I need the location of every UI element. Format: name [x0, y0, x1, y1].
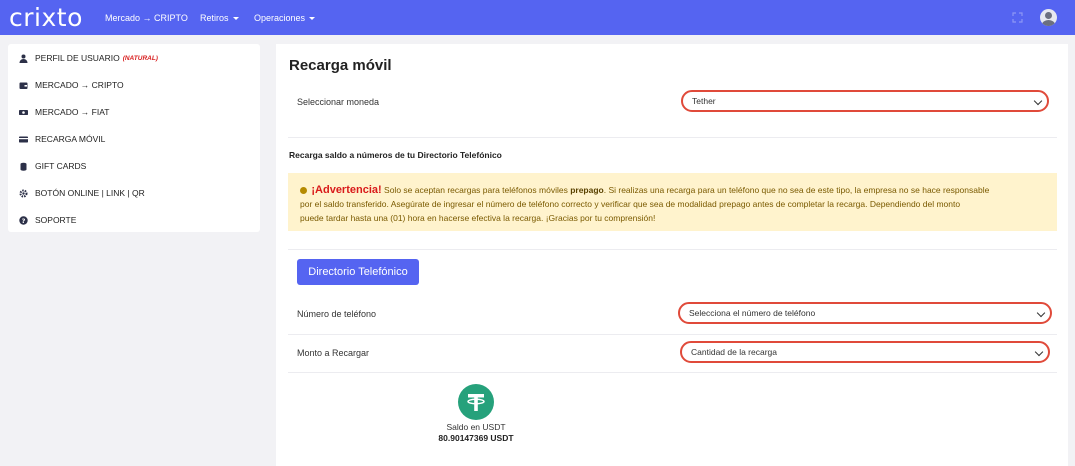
currency-select[interactable]: Tether	[681, 90, 1049, 112]
account-type-tag: (NATURAL)	[122, 54, 158, 62]
balance-value: 80.90147369 USDT	[438, 433, 514, 443]
sidebar-item-gift-cards[interactable]: GIFT CARDS	[19, 159, 86, 173]
phone-label: Número de teléfono	[297, 309, 377, 319]
sidebar-item-recarga-movil[interactable]: RECARGA MÓVIL	[19, 132, 105, 146]
svg-text:?: ?	[22, 216, 26, 224]
card-icon	[19, 136, 28, 142]
sidebar-item-perfil[interactable]: PERFIL DE USUARIO (NATURAL)	[19, 51, 158, 65]
coins-icon	[20, 162, 27, 171]
warning-text: . Si realizas una recarga para un teléfo…	[603, 185, 990, 195]
nav-operaciones[interactable]: Operaciones	[254, 12, 316, 24]
phone-select[interactable]: Selecciona el número de teléfono	[678, 302, 1052, 324]
sidebar-item-label: SOPORTE	[35, 215, 77, 225]
currency-label: Seleccionar moneda	[297, 97, 380, 107]
warning-alert: ¡Advertencia! Solo se aceptan recargas p…	[288, 173, 1057, 231]
sidebar-item-mercado-cripto[interactable]: MERCADO → CRIPTO	[19, 78, 124, 92]
gear-icon	[19, 189, 28, 197]
chevron-down-icon	[309, 17, 316, 21]
divider	[288, 249, 1057, 250]
tether-icon	[458, 384, 494, 420]
amount-label: Monto a Recargar	[297, 348, 370, 358]
chevron-down-icon	[1034, 347, 1044, 357]
sidebar: PERFIL DE USUARIO (NATURAL) MERCADO → CR…	[8, 44, 260, 232]
user-avatar[interactable]	[1040, 9, 1057, 26]
sidebar-item-label: MERCADO → CRIPTO	[35, 80, 124, 90]
warning-text: puede tardar hasta una (01) hora en hace…	[300, 213, 656, 223]
recarga-panel: Recarga móvil Seleccionar moneda Tether …	[276, 44, 1068, 466]
warning-icon	[300, 187, 307, 195]
user-icon	[19, 54, 28, 63]
nav-retiros-label: Retiros	[200, 13, 229, 23]
page-title: Recarga móvil	[289, 57, 392, 74]
nav-mercado-cripto-label: Mercado → CRIPTO	[105, 13, 188, 23]
nav-mercado-cripto[interactable]: Mercado → CRIPTO	[105, 12, 188, 24]
warning-title: ¡Advertencia!	[311, 184, 382, 196]
crixto-logo[interactable]: crixto	[9, 4, 83, 32]
phone-select-value: Selecciona el número de teléfono	[689, 308, 816, 318]
amount-select-value: Cantidad de la recarga	[691, 347, 778, 357]
money-icon	[19, 109, 28, 115]
fullscreen-icon[interactable]	[1012, 12, 1023, 23]
currency-select-value: Tether	[692, 96, 716, 106]
nav-operaciones-label: Operaciones	[254, 13, 306, 23]
phone-directory-button[interactable]: Directorio Telefónico	[297, 259, 419, 285]
chevron-down-icon	[1033, 96, 1043, 106]
warning-text: por el saldo transferido. Asegúrate de i…	[300, 199, 961, 209]
divider	[288, 137, 1057, 138]
chevron-down-icon	[232, 17, 239, 21]
balance-label: Saldo en USDT	[446, 422, 506, 432]
divider	[288, 334, 1057, 335]
sidebar-item-soporte[interactable]: ? SOPORTE	[19, 213, 76, 227]
sidebar-item-mercado-fiat[interactable]: MERCADO → FIAT	[19, 105, 109, 119]
sidebar-item-boton-online[interactable]: BOTÓN ONLINE | LINK | QR	[19, 186, 145, 200]
divider	[288, 372, 1057, 373]
amount-select[interactable]: Cantidad de la recarga	[680, 341, 1050, 363]
nav-retiros[interactable]: Retiros	[200, 12, 239, 24]
section-heading: Recarga saldo a números de tu Directorio…	[289, 150, 502, 160]
sidebar-item-label: MERCADO → FIAT	[35, 107, 110, 117]
sidebar-item-label: GIFT CARDS	[35, 161, 87, 171]
sidebar-item-label: PERFIL DE USUARIO	[35, 53, 120, 63]
top-navbar: crixto Mercado → CRIPTO Retiros Operacio…	[0, 0, 1075, 35]
warning-text: Solo se aceptan recargas para teléfonos …	[381, 185, 571, 195]
wallet-icon	[19, 82, 28, 89]
warning-bold: prepago	[570, 185, 604, 195]
sidebar-item-label: RECARGA MÓVIL	[35, 134, 106, 144]
chevron-down-icon	[1036, 308, 1046, 318]
sidebar-item-label: BOTÓN ONLINE | LINK | QR	[35, 188, 145, 198]
question-icon: ?	[19, 215, 28, 224]
balance-block: Saldo en USDT 80.90147369 USDT	[426, 384, 526, 443]
